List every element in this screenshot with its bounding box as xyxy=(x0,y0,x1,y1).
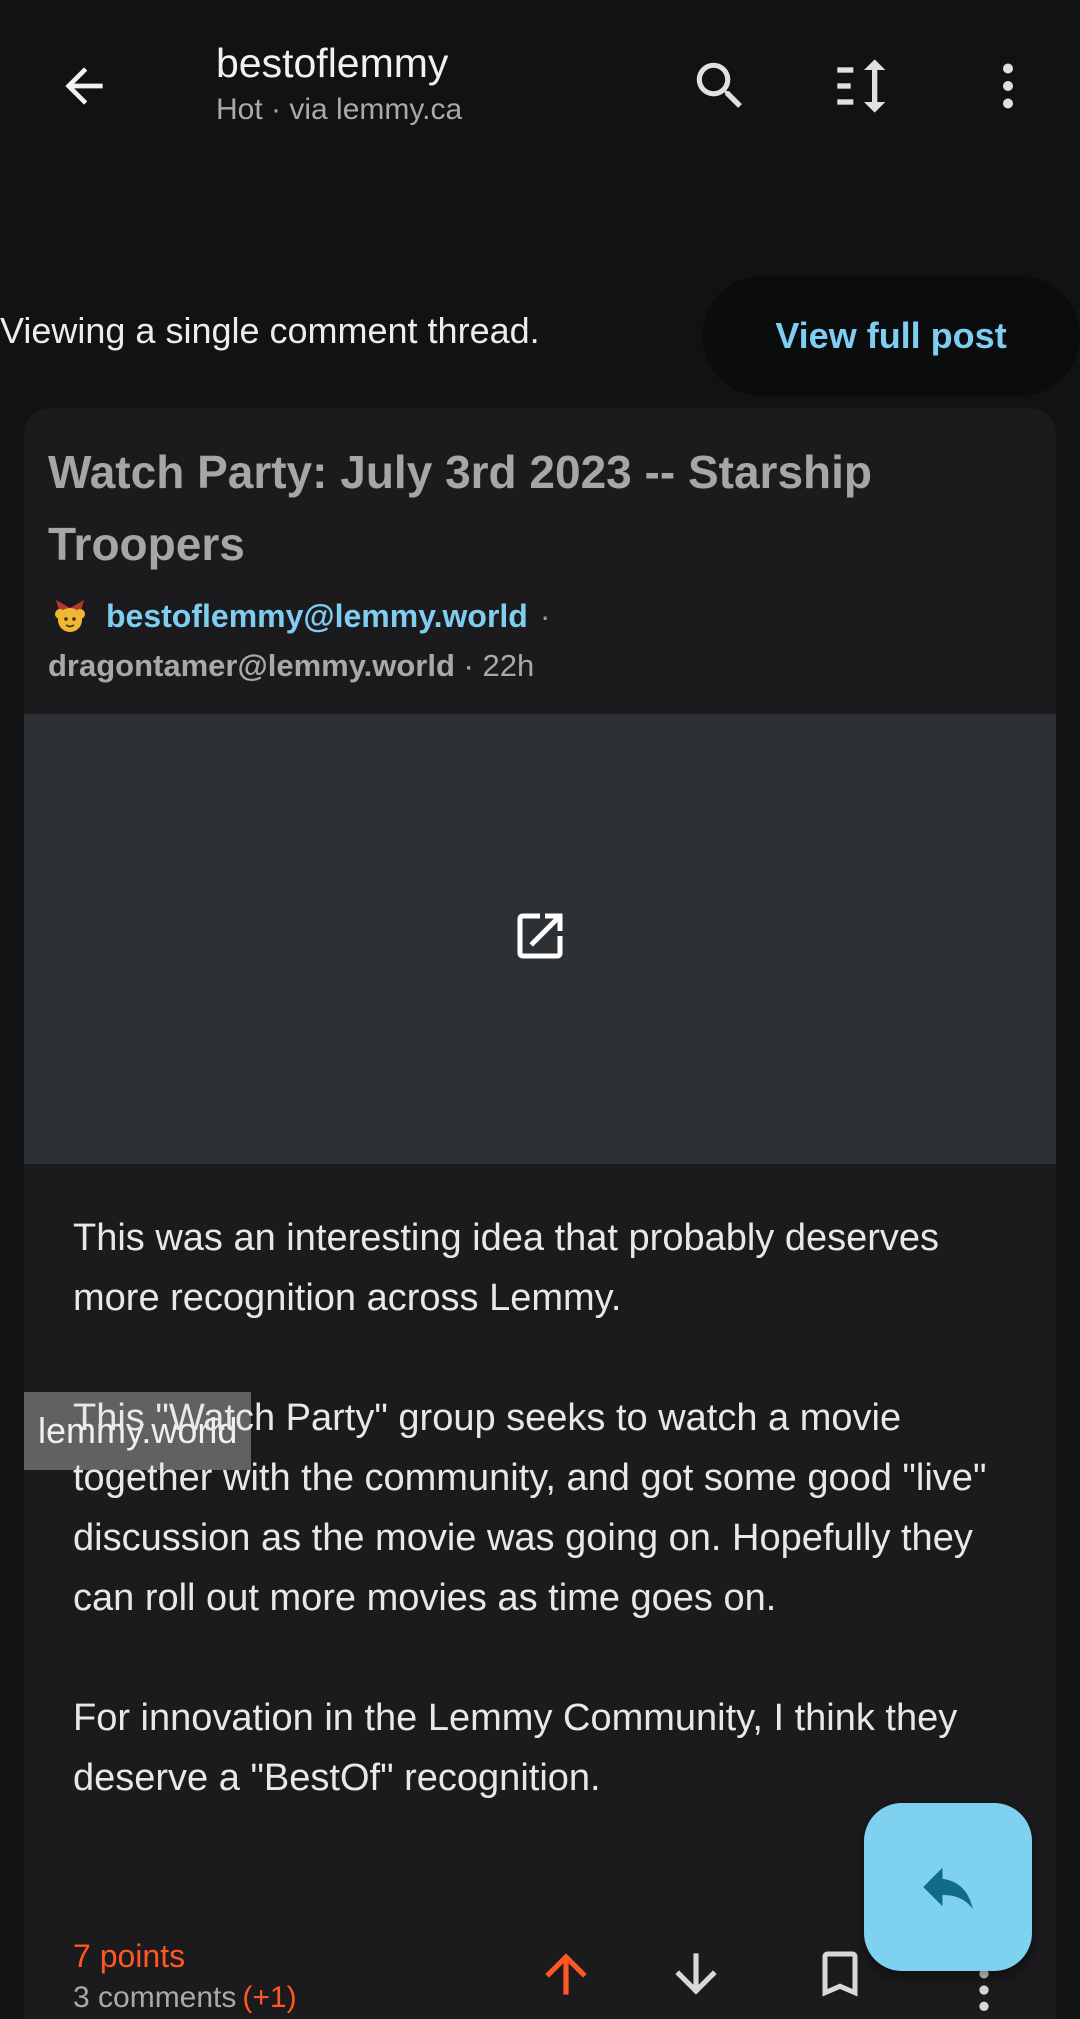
new-comments-badge: (+1) xyxy=(242,1981,297,2014)
back-arrow-icon xyxy=(65,67,103,105)
separator-dot: · xyxy=(463,648,483,683)
view-full-post-label: View full post xyxy=(775,315,1007,356)
post-body: This was an interesting idea that probab… xyxy=(73,1208,1033,1868)
post-community-row: bestoflemmy@lemmy.world · xyxy=(48,594,550,638)
arrow-down-icon xyxy=(675,1953,717,1995)
points-count: 7 points xyxy=(73,1938,186,1974)
post-author-row: dragontamer@lemmy.world · 22h xyxy=(48,648,534,684)
post-age: 22h xyxy=(482,648,535,683)
search-icon xyxy=(696,62,742,108)
view-full-post-button[interactable]: View full post xyxy=(702,276,1080,396)
downvote-button[interactable] xyxy=(656,1934,736,2014)
body-paragraph: For innovation in the Lemmy Community, I… xyxy=(73,1697,958,1799)
top-app-bar: bestoflemmy Hot · via lemmy.ca xyxy=(0,0,1080,170)
post-stats: 7 points 3 comments (+1) xyxy=(73,1936,297,2018)
sort-button[interactable] xyxy=(828,50,900,122)
thread-notice: Viewing a single comment thread. xyxy=(0,310,540,351)
sort-source-subtitle: Hot · via lemmy.ca xyxy=(216,93,463,126)
author-link[interactable]: dragontamer@lemmy.world xyxy=(48,648,455,683)
body-paragraph: This "Watch Party" group seeks to watch … xyxy=(73,1397,987,1619)
bookmark-icon xyxy=(822,1951,858,1997)
back-button[interactable] xyxy=(48,50,120,122)
arrow-up-icon xyxy=(545,1953,587,1995)
more-vert-icon xyxy=(1003,63,1013,109)
upvote-button[interactable] xyxy=(526,1934,606,2014)
community-link[interactable]: bestoflemmy@lemmy.world xyxy=(106,598,528,635)
post-card: Watch Party: July 3rd 2023 -- Starship T… xyxy=(24,408,1056,2019)
reply-fab[interactable] xyxy=(864,1803,1032,1971)
open-in-new-icon xyxy=(517,913,563,959)
comments-label: 3 comments xyxy=(73,1981,237,2014)
reply-icon xyxy=(923,1867,973,1909)
app-root: bestoflemmy Hot · via lemmy.ca Viewing a… xyxy=(0,0,1080,2019)
link-preview[interactable]: lemmy.world xyxy=(24,714,1056,1470)
community-title: bestoflemmy xyxy=(216,40,449,86)
title-group: bestoflemmy Hot · via lemmy.ca xyxy=(216,38,462,130)
post-title[interactable]: Watch Party: July 3rd 2023 -- Starship T… xyxy=(48,436,1008,580)
sort-icon xyxy=(837,59,886,113)
comments-count[interactable]: 3 comments (+1) xyxy=(73,1978,297,2018)
separator-dot: · xyxy=(539,597,551,634)
community-avatar-icon[interactable] xyxy=(48,594,92,638)
body-paragraph: This was an interesting idea that probab… xyxy=(73,1217,940,1319)
overflow-menu-button[interactable] xyxy=(972,50,1044,122)
search-button[interactable] xyxy=(684,50,756,122)
